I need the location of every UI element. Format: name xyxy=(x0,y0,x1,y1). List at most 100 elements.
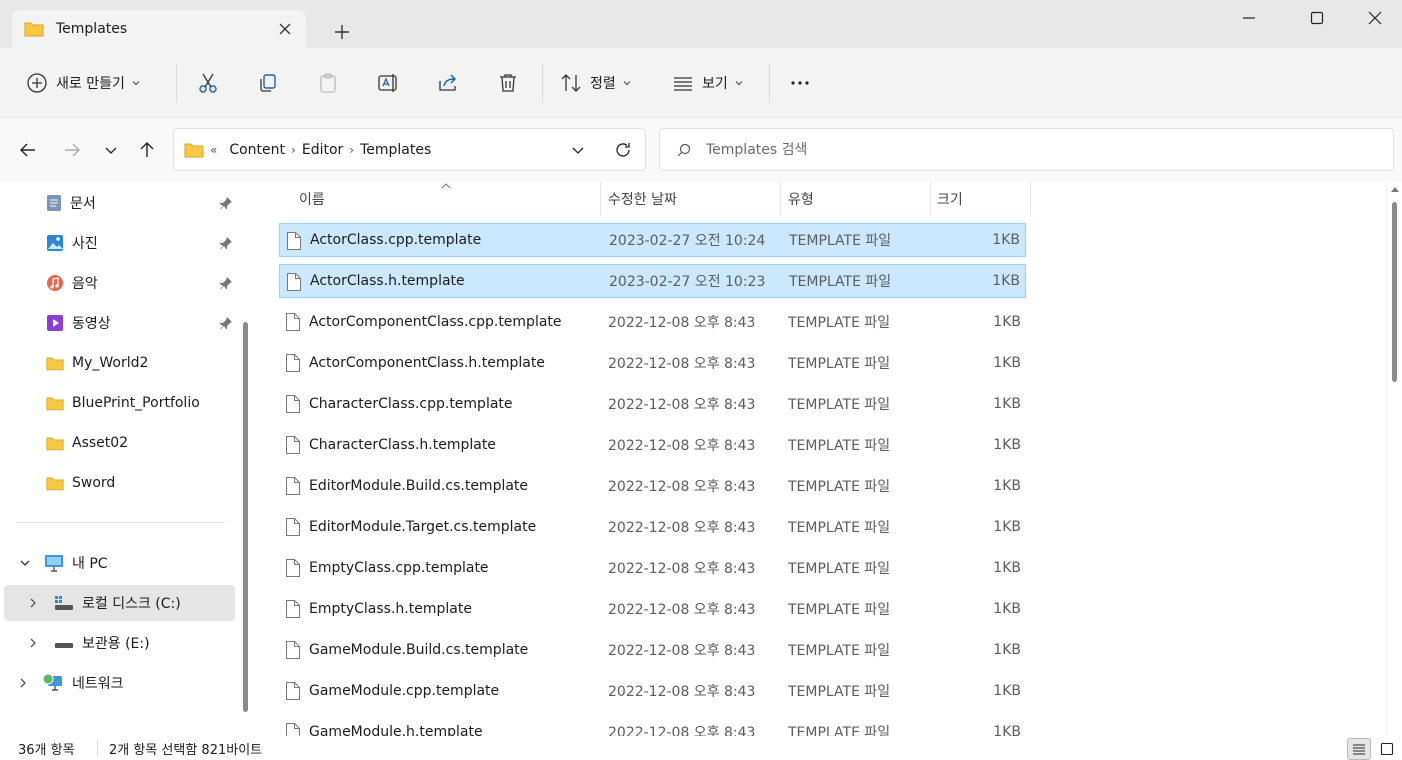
new-tab-icon[interactable] xyxy=(330,20,354,44)
file-row[interactable]: ActorComponentClass.h.template 2022-12-08… xyxy=(279,346,1026,380)
chevron-down-icon[interactable] xyxy=(571,143,585,157)
column-header-date[interactable]: 수정한 날짜 xyxy=(608,182,677,216)
file-size: 1KB xyxy=(993,683,1021,699)
close-tab-icon[interactable] xyxy=(276,20,294,38)
large-icons-view-button[interactable] xyxy=(1375,738,1399,760)
column-divider[interactable] xyxy=(930,182,931,216)
file-row[interactable]: ActorClass.cpp.template 2023-02-27 오전 10:… xyxy=(279,223,1026,257)
file-row[interactable]: ActorComponentClass.cpp.template 2022-12-… xyxy=(279,305,1026,339)
rename-button[interactable] xyxy=(376,68,400,98)
minimize-icon xyxy=(1243,17,1255,19)
breadcrumb-templates[interactable]: Templates xyxy=(360,142,431,158)
breadcrumb-overflow[interactable]: « xyxy=(210,143,217,157)
view-button-label: 보기 xyxy=(702,76,728,92)
new-button[interactable]: 새로 만들기 xyxy=(26,68,141,98)
minimize-button[interactable] xyxy=(1226,0,1272,36)
file-row[interactable]: GameModule.h.template 2022-12-08 오후 8:43 T… xyxy=(279,715,1026,736)
back-button[interactable] xyxy=(16,138,40,162)
close-icon xyxy=(1368,11,1382,25)
file-icon xyxy=(286,395,300,413)
scrollbar-thumb[interactable] xyxy=(1392,202,1397,382)
file-date: 2022-12-08 오후 8:43 xyxy=(608,602,756,618)
sidebar-item-label: 네트워크 xyxy=(72,676,124,692)
column-divider[interactable] xyxy=(600,182,601,216)
copy-button[interactable] xyxy=(256,68,280,98)
sidebar-item-videos[interactable]: 동영상 xyxy=(4,305,235,341)
breadcrumb-editor[interactable]: Editor xyxy=(302,142,343,158)
pin-icon[interactable] xyxy=(219,316,233,330)
sidebar-scrollbar[interactable] xyxy=(243,322,248,712)
forward-button[interactable] xyxy=(60,138,84,162)
column-header-name[interactable]: 이름 xyxy=(299,182,325,216)
file-list-scrollbar[interactable] xyxy=(1386,182,1402,736)
breadcrumb-content[interactable]: Content xyxy=(229,142,285,158)
close-window-button[interactable] xyxy=(1352,0,1398,36)
file-row[interactable]: CharacterClass.h.template 2022-12-08 오후 8… xyxy=(279,428,1026,462)
scroll-up-icon[interactable] xyxy=(1391,186,1399,192)
more-options-button[interactable] xyxy=(788,68,812,98)
share-button[interactable] xyxy=(436,68,460,98)
file-date: 2023-02-27 오전 10:23 xyxy=(609,274,766,290)
sidebar-item-drive-c[interactable]: 로컬 디스크 (C:) xyxy=(4,585,235,621)
details-view-button[interactable] xyxy=(1347,738,1371,760)
sidebar-item-music[interactable]: 음악 xyxy=(4,265,235,301)
toolbar-divider xyxy=(176,64,177,102)
file-date: 2022-12-08 오후 8:43 xyxy=(608,561,756,577)
file-row[interactable]: GameModule.Build.cs.template 2022-12-08 오… xyxy=(279,633,1026,667)
chevron-right-icon[interactable] xyxy=(16,676,30,690)
file-row[interactable]: EditorModule.Build.cs.template 2022-12-08… xyxy=(279,469,1026,503)
column-header-type[interactable]: 유형 xyxy=(788,182,814,216)
folder-icon xyxy=(46,477,64,490)
sidebar-item-network[interactable]: 네트워크 xyxy=(4,665,235,701)
column-divider[interactable] xyxy=(780,182,781,216)
address-bar[interactable]: « Content › Editor › Templates xyxy=(173,128,646,171)
pin-icon[interactable] xyxy=(219,196,233,210)
file-row[interactable]: GameModule.cpp.template 2022-12-08 오후 8:4… xyxy=(279,674,1026,708)
view-button[interactable]: 보기 xyxy=(672,68,744,98)
recent-locations-button[interactable] xyxy=(99,138,123,162)
column-header-size[interactable]: 크기 xyxy=(937,182,963,216)
file-size: 1KB xyxy=(993,478,1021,494)
cut-button[interactable] xyxy=(196,68,220,98)
trash-icon xyxy=(500,74,516,92)
file-row[interactable]: EmptyClass.cpp.template 2022-12-08 오후 8:4… xyxy=(279,551,1026,585)
pin-icon[interactable] xyxy=(219,236,233,250)
folder-icon xyxy=(184,143,204,157)
maximize-button[interactable] xyxy=(1294,0,1340,36)
sidebar-item-this-pc[interactable]: 내 PC xyxy=(4,545,235,581)
file-size: 1KB xyxy=(993,601,1021,617)
refresh-icon[interactable] xyxy=(613,140,633,160)
search-input[interactable] xyxy=(706,141,1306,158)
delete-button[interactable] xyxy=(496,68,520,98)
sidebar-divider xyxy=(16,522,225,523)
chevron-down-icon xyxy=(735,81,743,86)
sidebar-item-asset02[interactable]: Asset02 xyxy=(4,425,235,461)
sort-button[interactable]: 정렬 xyxy=(560,68,632,98)
file-row[interactable]: ActorClass.h.template 2023-02-27 오전 10:23… xyxy=(279,264,1026,298)
sidebar-item-pictures[interactable]: 사진 xyxy=(4,225,235,261)
column-divider[interactable] xyxy=(1030,182,1031,216)
file-icon xyxy=(286,723,300,736)
file-row[interactable]: CharacterClass.cpp.template 2022-12-08 오후… xyxy=(279,387,1026,421)
file-type: TEMPLATE 파일 xyxy=(788,438,891,454)
chevron-right-icon[interactable] xyxy=(26,636,40,650)
file-row[interactable]: EmptyClass.h.template 2022-12-08 오후 8:43 T… xyxy=(279,592,1026,626)
sidebar-item-blueprint-portfolio[interactable]: BluePrint_Portfolio xyxy=(4,385,235,421)
sort-button-label: 정렬 xyxy=(590,76,616,92)
sidebar-item-my-world2[interactable]: My_World2 xyxy=(4,345,235,381)
paste-button[interactable] xyxy=(316,68,340,98)
search-box[interactable] xyxy=(659,128,1394,171)
music-icon xyxy=(47,275,63,291)
sidebar-item-documents[interactable]: 문서 xyxy=(4,185,235,221)
folder-icon xyxy=(46,437,64,450)
tab-templates[interactable]: Templates xyxy=(12,10,306,48)
file-name: ActorComponentClass.cpp.template xyxy=(309,314,562,330)
sidebar-item-drive-e[interactable]: 보관용 (E:) xyxy=(4,625,235,661)
chevron-right-icon[interactable] xyxy=(26,596,40,610)
file-row[interactable]: EditorModule.Target.cs.template 2022-12-0… xyxy=(279,510,1026,544)
up-button[interactable] xyxy=(135,138,159,162)
file-icon xyxy=(286,600,300,618)
chevron-down-icon[interactable] xyxy=(18,556,32,570)
pin-icon[interactable] xyxy=(219,276,233,290)
sidebar-item-sword[interactable]: Sword xyxy=(4,465,235,501)
